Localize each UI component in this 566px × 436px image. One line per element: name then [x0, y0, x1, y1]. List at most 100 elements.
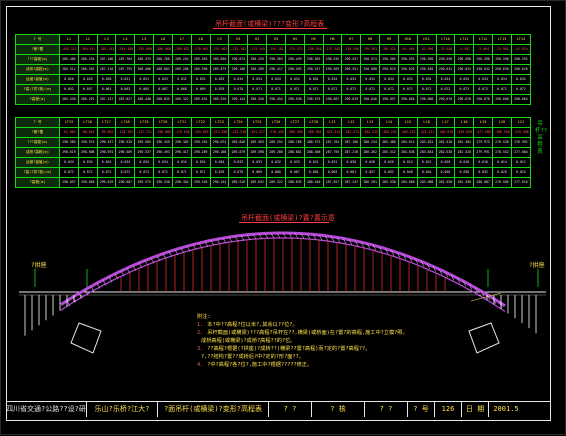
table-cell: 288.835	[284, 177, 305, 188]
column-header: L1	[59, 34, 79, 45]
table-cell: 290.255	[190, 137, 211, 148]
table-cell: 0.072	[379, 84, 399, 95]
table-cell: 290.557	[341, 54, 362, 65]
table-cell: -306.960	[153, 44, 173, 55]
table-cell: 0.072	[96, 167, 117, 178]
table-cell: 290.657	[59, 177, 79, 188]
table-cell: 290.668	[416, 94, 437, 105]
row-label: 成桥?高程(m)	[15, 147, 60, 158]
table-cell: 290.629	[341, 94, 362, 105]
table-cell: 0.071	[284, 84, 305, 95]
table-cell: 0.068	[266, 167, 286, 178]
column-header: H2	[247, 34, 268, 45]
table-cell: -4.587	[454, 44, 475, 55]
table-cell: 290.535	[115, 137, 136, 148]
tb-design: ? ?	[269, 402, 312, 417]
table-cell: 0.072	[492, 84, 512, 95]
table-cell: 290.574	[360, 54, 381, 65]
table-cell: 290.591	[341, 64, 362, 75]
table-cell: 0.028	[492, 167, 512, 178]
table-cell: 276.992	[510, 137, 532, 148]
column-header: L17	[435, 117, 456, 128]
table-cell: 290.459	[153, 137, 173, 148]
table-cell: 290.670	[435, 94, 456, 105]
table-cell: 287.764	[115, 54, 136, 65]
table-cell: 0.063	[115, 84, 136, 95]
table-cell: -496.948	[492, 127, 512, 138]
table-cell: 0.072	[397, 84, 418, 95]
table-cell: 0.030	[341, 157, 362, 168]
column-header: L20	[492, 117, 512, 128]
table-cell: 290.417	[266, 64, 286, 75]
column-header: L15	[397, 117, 418, 128]
column-header: H1	[228, 34, 249, 45]
table-cell: 0.031	[303, 157, 324, 168]
table-cell: 285.512	[59, 64, 79, 75]
table-cell: 290.619	[59, 147, 79, 158]
tb-sheet-label: ? 号	[408, 402, 435, 417]
table-cell: 282.538	[435, 147, 456, 158]
column-header: L16	[416, 117, 437, 128]
table-cell: 290.608	[360, 64, 381, 75]
table-cell: 0.028	[360, 157, 381, 168]
table-cell: -384.011	[77, 44, 98, 55]
table-cell: 0.065	[303, 167, 324, 178]
column-header: LT20	[153, 117, 173, 128]
table-cell: 288.406	[134, 64, 155, 75]
table-cell: 288.440	[134, 94, 155, 105]
table-cell: 0.034	[379, 74, 399, 85]
column-header: LT15	[59, 117, 79, 128]
table-cell: 290.630	[416, 64, 437, 75]
table-cell: 0.034	[190, 157, 211, 168]
table-cell: 0.071	[247, 84, 268, 95]
table-cell: -515.908	[510, 127, 532, 138]
column-header: LT18	[115, 117, 136, 128]
table-cell: 288.801	[284, 147, 305, 158]
column-header: LT16	[77, 117, 98, 128]
table-cell: 289.254	[266, 137, 286, 148]
cad-viewport[interactable]: 吊杆截面(或横梁)???变形?高程表 ? 号 L1 L2 L3 L4 L5 L6 L7 L8 L9…	[0, 0, 566, 435]
table-cell: 290.108	[228, 64, 249, 75]
table-cell: 289.916	[228, 177, 249, 188]
table-cell: 290.619	[379, 64, 399, 75]
row-label: ?高程(m)	[15, 177, 60, 188]
column-header: L19	[473, 117, 494, 128]
table-cell: -118.346	[341, 44, 362, 55]
table-cell: -289.021	[171, 44, 192, 55]
table-cell: 0.034	[397, 74, 418, 85]
tb-check: ? 核	[312, 402, 365, 417]
note-line: ?,??结构?置??成桥后?中?定的?形?面??。	[197, 353, 497, 361]
table-cell: 0.070	[209, 84, 230, 95]
table-cell: 285.538	[379, 177, 399, 188]
table-cell: 286.234	[360, 137, 381, 148]
table-cell: -23.548	[435, 44, 456, 55]
table-cell: 0.068	[171, 84, 192, 95]
table-cell: 0.033	[247, 157, 268, 168]
table-cell: 290.493	[284, 64, 305, 75]
table-cell: -343.108	[115, 44, 136, 55]
table-cell: 0.033	[153, 74, 173, 85]
column-header: LT27	[284, 117, 305, 128]
column-header: L18	[454, 117, 475, 128]
table-cell: 287.186	[96, 54, 117, 65]
table-cell: -213.558	[209, 127, 230, 138]
table-cell: -343.274	[341, 127, 362, 138]
table-cell: 289.846	[228, 137, 249, 148]
table-cell: 290.668	[492, 94, 512, 105]
table-cell: 289.596	[190, 64, 211, 75]
table-cell: 0.026	[59, 74, 79, 85]
note-number: 3.	[197, 346, 204, 352]
table-cell: -61.884	[59, 127, 79, 138]
row-label: 成桥?高程(m)	[15, 64, 60, 75]
table-cell: -440.070	[435, 127, 456, 138]
table-cell: -384.192	[379, 127, 399, 138]
table-cell: 287.764	[322, 137, 343, 148]
column-header: LT26	[266, 117, 286, 128]
table-cell: 286.262	[360, 147, 381, 158]
table-cell: 0.065	[134, 84, 155, 95]
table-cell: 290.626	[510, 64, 532, 75]
column-header: LT25	[247, 117, 268, 128]
table-cell: 0.034	[284, 74, 305, 85]
table-cell: 278.552	[492, 147, 512, 158]
table-cell: 286.291	[360, 177, 381, 188]
